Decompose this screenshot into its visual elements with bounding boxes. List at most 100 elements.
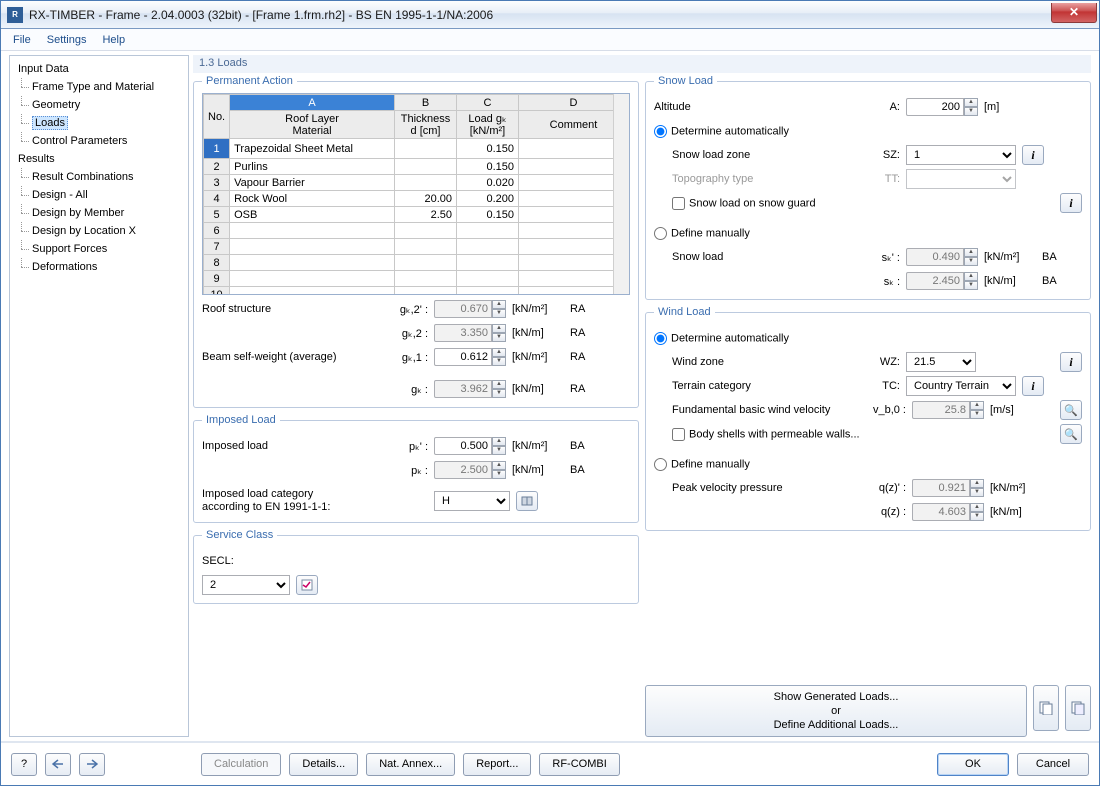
window: R RX-TIMBER - Frame - 2.04.0003 (32bit) … — [0, 0, 1100, 786]
help-button[interactable]: ? — [11, 753, 37, 776]
imposed-legend: Imposed Load — [202, 414, 280, 426]
show-generated-loads-button[interactable]: Show Generated Loads... or Define Additi… — [645, 685, 1027, 737]
altitude-label: Altitude — [654, 101, 854, 113]
gk2p-sym: gₖ,2' : — [388, 303, 428, 316]
permanent-action-legend: Permanent Action — [202, 75, 297, 87]
info-icon[interactable]: i — [1022, 376, 1044, 396]
menubar: File Settings Help — [1, 29, 1099, 51]
gk2-sym: gₖ,2 : — [388, 327, 428, 340]
gk1-sym: gₖ,1 : — [388, 351, 428, 364]
secl-pick-icon[interactable] — [296, 575, 318, 595]
gk-input[interactable]: ▲▼ — [434, 380, 506, 398]
tree-input-data[interactable]: Input Data — [18, 60, 182, 78]
col-b[interactable]: B — [395, 95, 457, 111]
prev-button[interactable] — [45, 753, 71, 776]
col-no: No. — [204, 95, 230, 139]
table-row[interactable]: 4Rock Wool20.000.200 — [204, 191, 629, 207]
magnify-icon[interactable]: 🔍 — [1060, 400, 1082, 420]
table-row[interactable]: 8 — [204, 255, 629, 271]
report-button[interactable]: Report... — [463, 753, 531, 776]
info-icon[interactable]: i — [1060, 352, 1082, 372]
tree-control-params[interactable]: Control Parameters — [18, 132, 182, 150]
tree-design-all[interactable]: Design - All — [18, 186, 182, 204]
wind-manual-radio[interactable]: Define manually — [654, 458, 750, 471]
ok-button[interactable]: OK — [937, 753, 1009, 776]
col-a[interactable]: A — [230, 95, 395, 111]
table-row[interactable]: 10 — [204, 287, 629, 296]
gk2-input[interactable]: ▲▼ — [434, 324, 506, 342]
group-snow-load: Snow Load Altitude A: ▲▼ [m] Determine a… — [645, 75, 1091, 300]
footer: ? Calculation Details... Nat. Annex... R… — [1, 741, 1099, 785]
table-row[interactable]: 3Vapour Barrier0.020 — [204, 175, 629, 191]
gk1-input[interactable]: ▲▼ — [434, 348, 506, 366]
table-row[interactable]: 5OSB2.500.150 — [204, 207, 629, 223]
tree-frame-type[interactable]: Frame Type and Material — [18, 78, 182, 96]
col-d[interactable]: D — [519, 95, 629, 111]
info-icon[interactable]: i — [1060, 193, 1082, 213]
snow-load-label: Snow load — [672, 251, 854, 263]
snow-guard-check[interactable]: Snow load on snow guard — [672, 197, 816, 210]
snow-auto-radio[interactable]: Determine automatically — [654, 125, 789, 138]
next-button[interactable] — [79, 753, 105, 776]
topo-label: Topography type — [672, 173, 854, 185]
snow-manual-radio[interactable]: Define manually — [654, 227, 750, 240]
page-title: 1.3 Loads — [193, 55, 1091, 73]
table-row[interactable]: 9 — [204, 271, 629, 287]
tree-design-loc[interactable]: Design by Location X — [18, 222, 182, 240]
calculation-button[interactable]: Calculation — [201, 753, 281, 776]
window-title: RX-TIMBER - Frame - 2.04.0003 (32bit) - … — [29, 8, 493, 22]
tree-loads[interactable]: Loads — [18, 114, 182, 132]
roof-layer-table[interactable]: No. A B C D Roof LayerMaterial — [203, 94, 629, 295]
wind-zone-select[interactable]: 21.5 — [906, 352, 976, 372]
table-row[interactable]: 1Trapezoidal Sheet Metal0.150 — [204, 139, 629, 159]
group-permanent-action: Permanent Action No. A B C — [193, 75, 639, 408]
table-row[interactable]: 6 — [204, 223, 629, 239]
vb-input[interactable]: ▲▼ — [912, 401, 984, 419]
qzp-input[interactable]: ▲▼ — [912, 479, 984, 497]
tree-support-forces[interactable]: Support Forces — [18, 240, 182, 258]
qz-input[interactable]: ▲▼ — [912, 503, 984, 521]
info-icon[interactable]: i — [1022, 145, 1044, 165]
cancel-button[interactable]: Cancel — [1017, 753, 1089, 776]
group-imposed-load: Imposed Load Imposed load pₖ' : ▲▼ [kN/m… — [193, 414, 639, 523]
magnify-icon[interactable]: 🔍 — [1060, 424, 1082, 444]
app-icon: R — [7, 7, 23, 23]
topo-select — [906, 169, 1016, 189]
tree-deformations[interactable]: Deformations — [18, 258, 182, 276]
table-row[interactable]: 7 — [204, 239, 629, 255]
nat-annex-button[interactable]: Nat. Annex... — [366, 753, 455, 776]
table-row[interactable]: 2Purlins0.150 — [204, 159, 629, 175]
details-button[interactable]: Details... — [289, 753, 358, 776]
rf-combi-button[interactable]: RF-COMBI — [539, 753, 619, 776]
snow-zone-label: Snow load zone — [672, 149, 854, 161]
imposed-cat-select[interactable]: H — [434, 491, 510, 511]
group-wind-load: Wind Load Determine automatically Wind z… — [645, 306, 1091, 531]
titlebar: R RX-TIMBER - Frame - 2.04.0003 (32bit) … — [1, 1, 1099, 29]
snow-zone-select[interactable]: 1 — [906, 145, 1016, 165]
tree-results[interactable]: Results — [18, 150, 182, 168]
sk-input[interactable]: ▲▼ — [906, 272, 978, 290]
copy2-icon[interactable] — [1065, 685, 1091, 731]
tree-geometry[interactable]: Geometry — [18, 96, 182, 114]
wind-auto-radio[interactable]: Determine automatically — [654, 332, 789, 345]
terrain-select[interactable]: Country Terrain — [906, 376, 1016, 396]
pkp-input[interactable]: ▲▼ — [434, 437, 506, 455]
copy-icon[interactable] — [1033, 685, 1059, 731]
tree-design-member[interactable]: Design by Member — [18, 204, 182, 222]
menu-file[interactable]: File — [5, 31, 39, 49]
pk-input[interactable]: ▲▼ — [434, 461, 506, 479]
table-scrollbar[interactable] — [613, 94, 629, 294]
book-icon[interactable] — [516, 491, 538, 511]
menu-settings[interactable]: Settings — [39, 31, 95, 49]
secl-label: SECL: — [202, 555, 242, 567]
tree-result-comb[interactable]: Result Combinations — [18, 168, 182, 186]
skp-input[interactable]: ▲▼ — [906, 248, 978, 266]
secl-select[interactable]: 2 — [202, 575, 290, 595]
menu-help[interactable]: Help — [94, 31, 133, 49]
altitude-input[interactable]: ▲▼ — [906, 98, 978, 116]
close-button[interactable]: ✕ — [1051, 3, 1097, 23]
permeable-check[interactable]: Body shells with permeable walls... — [672, 428, 860, 441]
gk2p-input[interactable]: ▲▼ — [434, 300, 506, 318]
col-c[interactable]: C — [457, 95, 519, 111]
snow-legend: Snow Load — [654, 75, 717, 87]
